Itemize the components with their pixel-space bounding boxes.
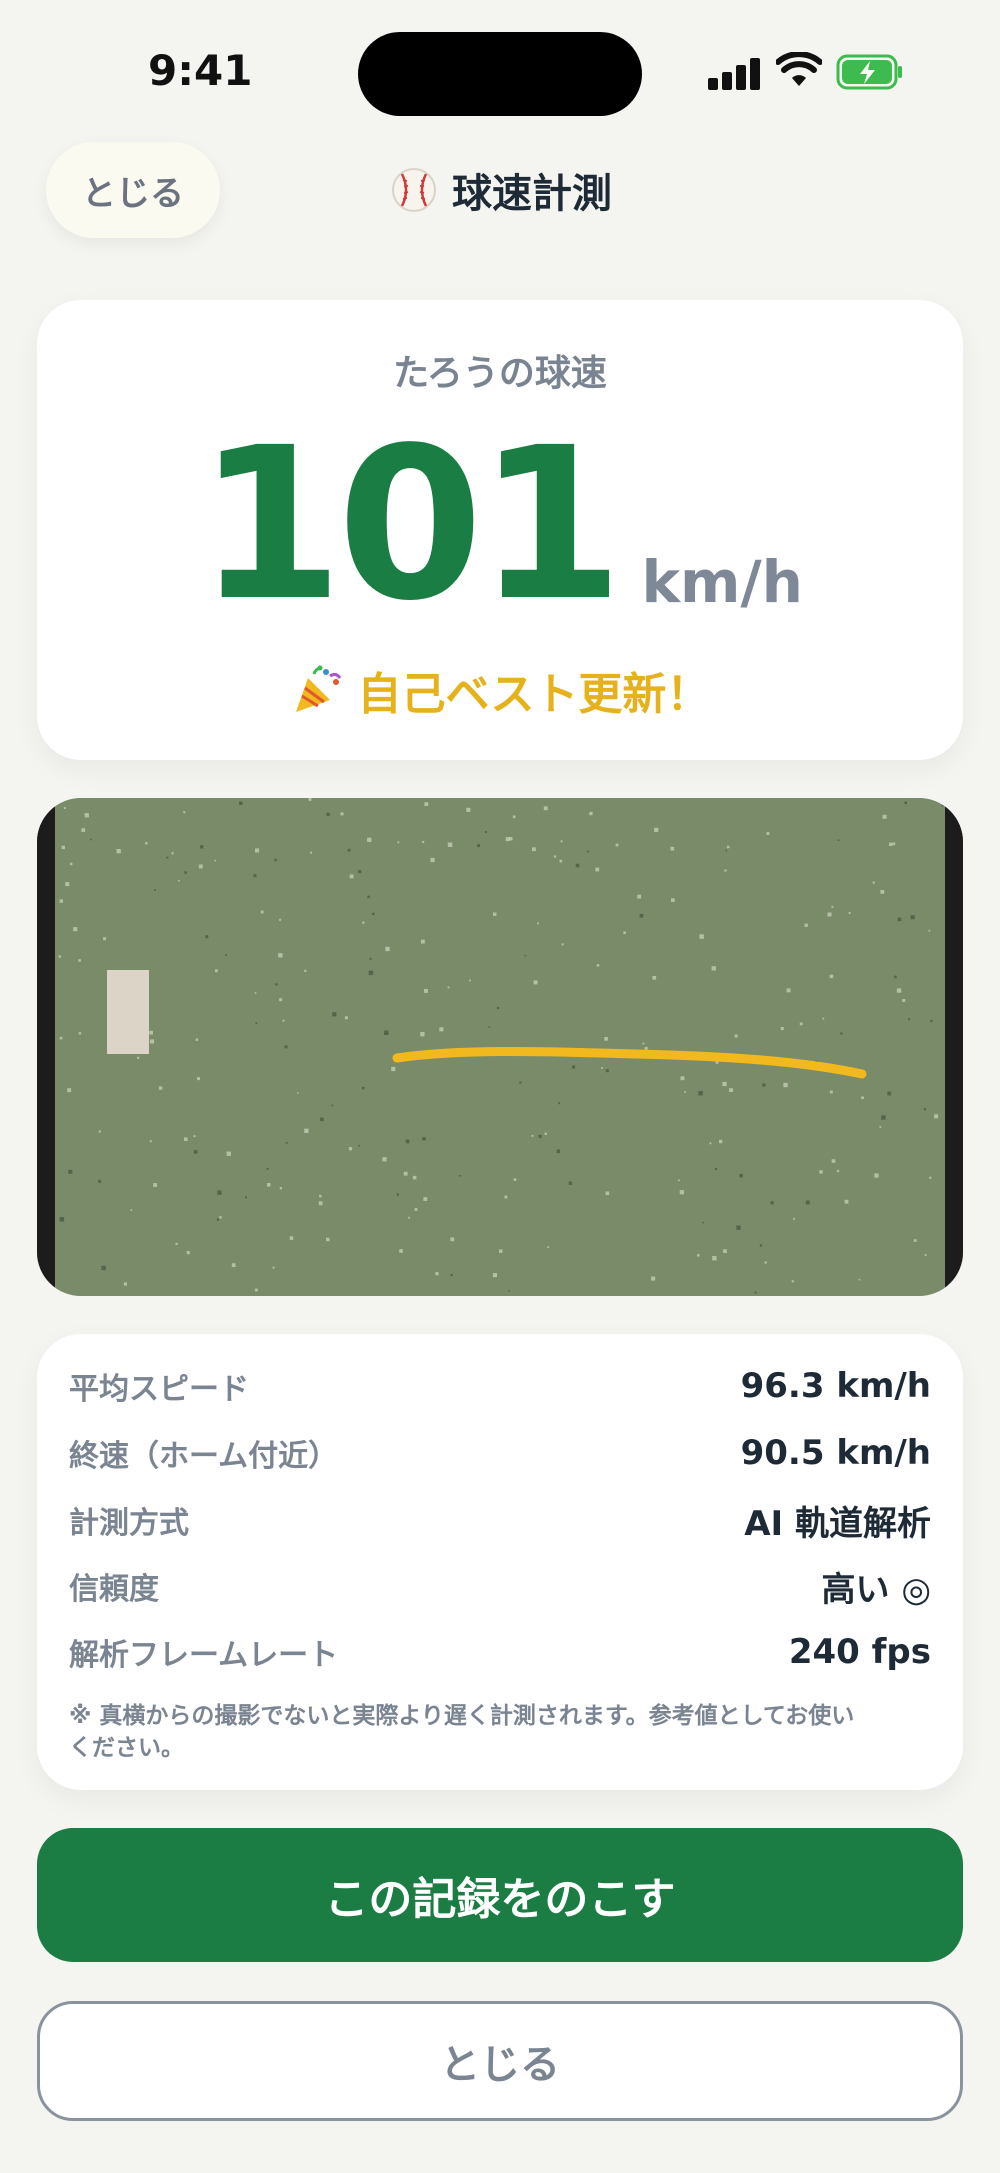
stat-value: 90.5 km/h bbox=[740, 1433, 931, 1473]
trajectory-canvas bbox=[37, 798, 963, 1296]
battery-charging-icon bbox=[836, 54, 902, 90]
pitch-video-preview[interactable] bbox=[37, 798, 963, 1296]
stat-row-average-speed: 平均スピード 96.3 km/h bbox=[69, 1358, 931, 1414]
baseball-icon bbox=[392, 168, 436, 212]
stat-label: 解析フレームレート bbox=[69, 1638, 339, 1673]
wifi-icon bbox=[776, 52, 822, 86]
speed-readout: 101 km/h bbox=[37, 420, 963, 630]
status-bar: 9:41 bbox=[0, 0, 1000, 140]
personal-best-text: 自己ベスト更新！ bbox=[357, 669, 711, 720]
party-popper-icon bbox=[295, 665, 341, 712]
status-time: 9:41 bbox=[148, 46, 253, 95]
speed-result-card: たろうの球速 101 km/h 自己ベスト更新！ bbox=[37, 300, 963, 760]
stat-row-method: 計測方式 AI 軌道解析 bbox=[69, 1492, 931, 1548]
stat-value: 高い ◎ bbox=[821, 1569, 931, 1610]
personal-best-badge: 自己ベスト更新！ bbox=[37, 658, 963, 722]
save-record-button[interactable]: この記録をのこす bbox=[37, 1828, 963, 1962]
stat-value: 240 fps bbox=[788, 1632, 931, 1672]
stat-row-final-speed: 終速（ホーム付近） 90.5 km/h bbox=[69, 1425, 931, 1481]
dynamic-island bbox=[358, 32, 642, 116]
page-title: 球速計測 bbox=[390, 162, 612, 218]
stat-label: 計測方式 bbox=[69, 1506, 189, 1541]
measurement-note: ※ 真横からの撮影でないと実際より遅く計測されます。参考値としてお使いください。 bbox=[69, 1703, 855, 1761]
page-title-text: 球速計測 bbox=[452, 171, 612, 217]
speed-unit: km/h bbox=[641, 548, 803, 616]
stat-value: AI 軌道解析 bbox=[744, 1503, 931, 1544]
cellular-signal-icon bbox=[708, 56, 760, 90]
stat-label: 平均スピード bbox=[69, 1372, 249, 1407]
speed-value: 101 bbox=[197, 402, 623, 647]
stat-label: 信頼度 bbox=[69, 1572, 159, 1607]
close-top-button[interactable]: とじる bbox=[46, 142, 220, 238]
home-plate-marker bbox=[107, 970, 149, 1054]
close-bottom-button[interactable]: とじる bbox=[37, 2001, 963, 2121]
stat-row-confidence: 信頼度 高い ◎ bbox=[69, 1558, 931, 1614]
stat-label: 終速（ホーム付近） bbox=[69, 1439, 339, 1474]
stat-value: 96.3 km/h bbox=[740, 1366, 931, 1406]
speed-owner-label: たろうの球速 bbox=[393, 353, 607, 394]
stats-card: 平均スピード 96.3 km/h 終速（ホーム付近） 90.5 km/h 計測方… bbox=[37, 1334, 963, 1790]
stat-row-frame-rate: 解析フレームレート 240 fps bbox=[69, 1624, 931, 1680]
